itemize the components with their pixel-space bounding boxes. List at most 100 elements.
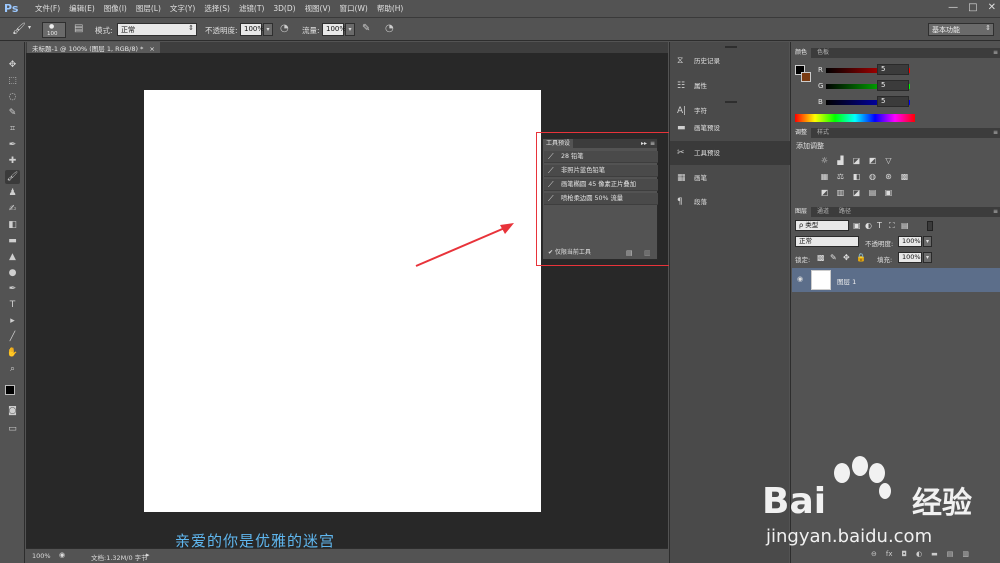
menu-layer[interactable]: 图层(L) xyxy=(136,3,161,14)
blur-tool-icon[interactable]: ▲ xyxy=(5,250,20,264)
posterize-icon[interactable]: ▥ xyxy=(835,188,846,198)
brush-tool-icon[interactable]: 🖌 xyxy=(5,170,20,184)
filter-toggle[interactable] xyxy=(927,221,933,231)
color-balance-icon[interactable]: ⚖ xyxy=(835,172,846,182)
layer-opacity-input[interactable]: 100% xyxy=(898,236,922,247)
document-tab[interactable]: 未标题-1 @ 100% (图层 1, RGB/8) * × xyxy=(27,42,160,53)
panel-menu-icon[interactable]: ≡ xyxy=(993,207,998,217)
dock-grip[interactable] xyxy=(725,46,737,48)
pen-tool-icon[interactable]: ✒ xyxy=(5,282,20,296)
foreground-color-swatch[interactable] xyxy=(5,385,15,395)
line-tool-icon[interactable]: ╱ xyxy=(5,330,20,344)
menu-file[interactable]: 文件(F) xyxy=(35,3,60,14)
quick-select-tool-icon[interactable]: ✎ xyxy=(5,106,20,120)
tab-paths[interactable]: 路径 xyxy=(835,207,855,217)
status-menu-icon[interactable]: ▸ xyxy=(146,551,150,559)
dock-item-properties[interactable]: ☷ 属性 xyxy=(670,74,790,98)
layer-opacity-dropdown-icon[interactable]: ▾ xyxy=(923,236,932,247)
type-tool-icon[interactable]: T xyxy=(5,298,20,312)
dock-item-brush[interactable]: ▦ 画笔 xyxy=(670,166,790,190)
blend-mode-select[interactable]: 正常 xyxy=(795,236,859,247)
workspace-select[interactable]: 基本功能 ⇕ xyxy=(928,23,994,36)
gradient-tool-icon[interactable]: ▬ xyxy=(5,234,20,248)
dock-item-tool-presets[interactable]: ✂ 工具预设 xyxy=(670,141,790,165)
tool-preset-dropdown-icon[interactable]: ▾ xyxy=(28,24,31,31)
clone-stamp-tool-icon[interactable]: ♟ xyxy=(5,186,20,200)
menu-window[interactable]: 窗口(W) xyxy=(340,3,368,14)
dock-item-brush-presets[interactable]: ▬ 画笔预设 xyxy=(670,116,790,140)
panel-menu-icon[interactable]: ≡ xyxy=(993,128,998,138)
menu-select[interactable]: 选择(S) xyxy=(204,3,230,14)
dodge-tool-icon[interactable]: ● xyxy=(5,266,20,280)
tab-layers[interactable]: 图层 xyxy=(791,207,812,217)
brightness-icon[interactable]: ☼ xyxy=(819,156,830,166)
hue-saturation-icon[interactable]: ▦ xyxy=(819,172,830,182)
eyedropper-tool-icon[interactable]: ✒ xyxy=(5,138,20,152)
flow-dropdown-icon[interactable]: ▾ xyxy=(345,23,355,36)
brush-size-picker[interactable]: ● 100 xyxy=(42,22,66,38)
flow-input[interactable]: 100% xyxy=(322,23,346,36)
move-tool-icon[interactable]: ✥ xyxy=(5,58,20,72)
photo-filter-icon[interactable]: ◍ xyxy=(867,172,878,182)
layer-name[interactable]: 图层 1 xyxy=(837,276,856,286)
screen-mode-icon[interactable]: ▭ xyxy=(5,422,20,436)
channel-mixer-icon[interactable]: ⊛ xyxy=(883,172,894,182)
airbrush-icon[interactable]: ✎ xyxy=(362,23,370,34)
brush-tool-icon[interactable]: 🖌 xyxy=(12,22,26,35)
dock-item-history[interactable]: ⧖ 历史记录 xyxy=(670,49,790,73)
close-tab-icon[interactable]: × xyxy=(149,45,154,53)
invert-icon[interactable]: ◩ xyxy=(819,188,830,198)
mode-select[interactable]: 正常 ⇕ xyxy=(117,23,197,36)
status-info-icon[interactable]: ◉ xyxy=(59,551,65,559)
lock-all-icon[interactable]: 🔒 xyxy=(856,253,866,262)
vibrance-icon[interactable]: ▽ xyxy=(883,156,894,166)
filter-adjustment-icon[interactable]: ◐ xyxy=(865,221,872,230)
path-select-tool-icon[interactable]: ▸ xyxy=(5,314,20,328)
restore-button[interactable]: □ xyxy=(968,2,977,13)
brush-panel-toggle-icon[interactable]: ▤ xyxy=(74,23,83,34)
history-brush-tool-icon[interactable]: ✍ xyxy=(5,202,20,216)
zoom-tool-icon[interactable]: ⌕ xyxy=(5,362,20,376)
exposure-icon[interactable]: ◩ xyxy=(867,156,878,166)
color-lookup-icon[interactable]: ▩ xyxy=(899,172,910,182)
filter-smart-icon[interactable]: ▤ xyxy=(901,221,909,230)
crop-tool-icon[interactable]: ⌗ xyxy=(5,122,20,136)
menu-3d[interactable]: 3D(D) xyxy=(273,4,295,13)
threshold-icon[interactable]: ◪ xyxy=(851,188,862,198)
tab-color[interactable]: 颜色 xyxy=(791,48,812,58)
fill-input[interactable]: 100% xyxy=(898,252,922,263)
tab-channels[interactable]: 通道 xyxy=(813,207,833,217)
levels-icon[interactable]: ▟ xyxy=(835,156,846,166)
green-value-input[interactable]: 5 xyxy=(877,80,909,91)
menu-image[interactable]: 图像(I) xyxy=(104,3,127,14)
layer-filter-select[interactable]: ρ 类型 xyxy=(795,220,849,231)
filter-shape-icon[interactable]: ⛶ xyxy=(889,221,895,231)
menu-help[interactable]: 帮助(H) xyxy=(377,3,404,14)
blue-value-input[interactable]: 5 xyxy=(877,96,909,107)
quick-mask-icon[interactable]: ◙ xyxy=(5,404,20,418)
eraser-tool-icon[interactable]: ◧ xyxy=(5,218,20,232)
document-canvas[interactable] xyxy=(144,90,541,512)
pressure-size-icon[interactable]: ◔ xyxy=(385,23,394,34)
layer-row-selected[interactable]: ◉ 图层 1 xyxy=(792,268,1000,292)
background-color-swatch[interactable] xyxy=(801,72,811,82)
healing-tool-icon[interactable]: ✚ xyxy=(5,154,20,168)
black-white-icon[interactable]: ◧ xyxy=(851,172,862,182)
filter-pixel-icon[interactable]: ▣ xyxy=(853,221,861,230)
selective-color-icon[interactable]: ▣ xyxy=(883,188,894,198)
panel-menu-icon[interactable]: ≡ xyxy=(993,48,998,58)
color-spectrum-bar[interactable] xyxy=(795,114,915,122)
lock-position-icon[interactable]: ✥ xyxy=(843,253,850,262)
hand-tool-icon[interactable]: ✋ xyxy=(5,346,20,360)
fill-dropdown-icon[interactable]: ▾ xyxy=(923,252,932,263)
marquee-tool-icon[interactable]: ⬚ xyxy=(5,74,20,88)
zoom-level[interactable]: 100% xyxy=(32,552,51,560)
tab-swatches[interactable]: 色板 xyxy=(813,48,833,58)
curves-icon[interactable]: ◪ xyxy=(851,156,862,166)
minimize-button[interactable]: — xyxy=(948,2,958,13)
tab-adjustments[interactable]: 调整 xyxy=(791,128,812,138)
red-value-input[interactable]: 5 xyxy=(877,64,909,75)
dock-item-paragraph[interactable]: ¶ 段落 xyxy=(670,190,790,214)
filter-type-icon[interactable]: T xyxy=(877,221,882,230)
opacity-input[interactable]: 100% xyxy=(240,23,264,36)
